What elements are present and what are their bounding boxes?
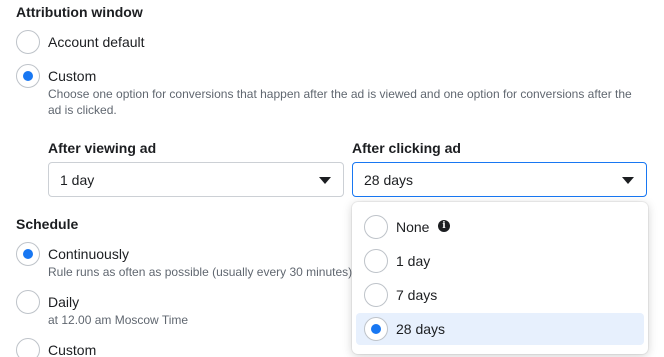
dropdown-option-label: 1 day bbox=[396, 253, 431, 269]
daily-radio[interactable] bbox=[16, 290, 40, 314]
continuously-radio[interactable] bbox=[16, 242, 40, 266]
schedule-heading: Schedule bbox=[16, 216, 79, 232]
dropdown-option-radio[interactable] bbox=[364, 215, 388, 239]
dropdown-option-28-days[interactable]: 28 days bbox=[356, 313, 644, 345]
daily-description: at 12.00 am Moscow Time bbox=[48, 313, 189, 327]
after-viewing-select[interactable]: 1 day bbox=[48, 162, 344, 197]
continuously-description: Rule runs as often as possible (usually … bbox=[48, 265, 356, 279]
dropdown-option-1-day[interactable]: 1 day bbox=[356, 245, 644, 277]
dropdown-option-radio[interactable] bbox=[364, 283, 388, 307]
dropdown-option-label: 28 days bbox=[396, 321, 446, 337]
dropdown-option-7-days[interactable]: 7 days bbox=[356, 279, 644, 311]
after-clicking-select[interactable]: 28 days bbox=[352, 162, 647, 197]
dropdown-option-label: 7 days bbox=[396, 287, 438, 303]
caret-down-icon bbox=[622, 177, 634, 184]
daily-label[interactable]: Daily bbox=[48, 294, 79, 310]
custom-attribution-description: Choose one option for conversions that h… bbox=[48, 87, 632, 117]
attribution-heading: Attribution window bbox=[16, 4, 143, 20]
custom-schedule-label[interactable]: Custom bbox=[48, 342, 96, 357]
after-clicking-dropdown-menu: None i 1 day 7 days 28 days bbox=[352, 202, 648, 354]
custom-attribution-label[interactable]: Custom bbox=[48, 68, 96, 84]
after-viewing-value: 1 day bbox=[60, 172, 95, 188]
dropdown-option-label: None bbox=[396, 219, 430, 235]
continuously-label[interactable]: Continuously bbox=[48, 246, 129, 262]
caret-down-icon bbox=[319, 177, 331, 184]
after-clicking-label: After clicking ad bbox=[352, 140, 461, 156]
custom-schedule-radio[interactable] bbox=[16, 338, 40, 357]
after-clicking-value: 28 days bbox=[364, 172, 414, 188]
account-default-radio[interactable] bbox=[16, 30, 40, 54]
dropdown-option-none[interactable]: None i bbox=[356, 211, 644, 243]
dropdown-option-radio[interactable] bbox=[364, 249, 388, 273]
dropdown-option-radio[interactable] bbox=[364, 317, 388, 341]
info-icon[interactable]: i bbox=[438, 220, 450, 232]
account-default-label[interactable]: Account default bbox=[48, 34, 145, 50]
after-viewing-label: After viewing ad bbox=[48, 140, 157, 156]
custom-attribution-radio[interactable] bbox=[16, 64, 40, 88]
